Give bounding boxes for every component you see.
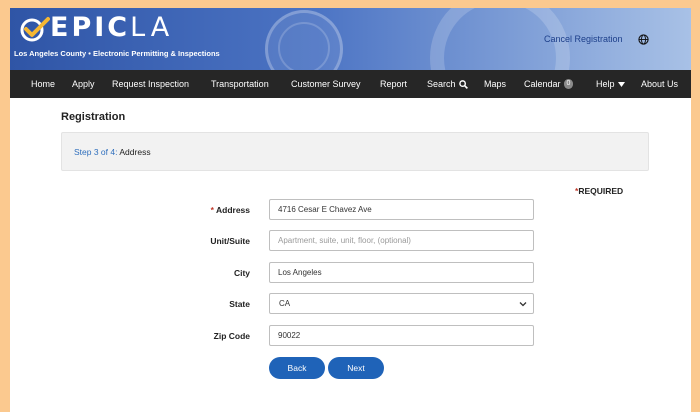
required-note: *REQUIRED [575, 186, 623, 196]
nav-label: Help [596, 79, 615, 89]
step-number: Step 3 of 4: [74, 147, 118, 157]
state-select[interactable]: CA [269, 293, 534, 314]
caret-down-icon [617, 81, 625, 87]
address-input[interactable] [269, 199, 534, 220]
nav-calendar[interactable]: Calendar 0 [524, 79, 574, 89]
chevron-down-icon [519, 302, 527, 307]
nav-label: About Us [641, 79, 679, 89]
nav-label: Apply [72, 79, 95, 89]
county-seal-inner [278, 22, 330, 70]
nav-home[interactable]: Home [31, 79, 55, 89]
globe-icon[interactable] [638, 34, 649, 45]
nav-label: Request Inspection [112, 79, 190, 89]
address-label-text: Address [215, 205, 250, 215]
address-required-star: * [210, 205, 214, 215]
app-window: EPICLA Los Angeles County • Electronic P… [10, 8, 691, 412]
city-label: City [233, 268, 250, 278]
logo-la: LA [130, 12, 175, 43]
state-select-value: CA [279, 299, 291, 308]
unit-suite-label: Unit/Suite [210, 236, 250, 246]
nav-label: Home [31, 79, 56, 89]
nav-report[interactable]: Report [380, 79, 407, 89]
nav-help[interactable]: Help [596, 79, 625, 89]
nav-transportation[interactable]: Transportation [211, 79, 269, 89]
main-nav: Home Apply Request Inspection Transporta… [10, 70, 691, 98]
logo[interactable]: EPICLA [50, 13, 174, 43]
city-input[interactable] [269, 262, 534, 283]
logo-epic: EPIC [50, 12, 131, 43]
back-button[interactable]: Back [269, 357, 325, 379]
nav-search[interactable]: Search [427, 79, 468, 89]
nav-label: Customer Survey [291, 79, 361, 89]
nav-about-us[interactable]: About Us [641, 79, 678, 89]
unit-suite-input[interactable] [269, 230, 534, 251]
calendar-count-badge: 0 [563, 79, 574, 89]
nav-label: Maps [484, 79, 507, 89]
cancel-registration-link[interactable]: Cancel Registration [544, 34, 623, 44]
nav-apply[interactable]: Apply [72, 79, 95, 89]
nav-maps[interactable]: Maps [484, 79, 506, 89]
state-label: State [229, 299, 250, 309]
required-label: REQUIRED [578, 186, 624, 196]
page-title: Registration [61, 111, 126, 123]
next-button[interactable]: Next [328, 357, 384, 379]
step-indicator: Step 3 of 4: Address [61, 132, 649, 171]
logo-check-icon [20, 17, 50, 42]
nav-label: Report [380, 79, 408, 89]
address-label: * Address [130, 205, 250, 215]
nav-customer-survey[interactable]: Customer Survey [291, 79, 361, 89]
logo-subtitle: Los Angeles County • Electronic Permitti… [14, 49, 220, 58]
step-name: Address [119, 147, 151, 157]
header-banner: EPICLA Los Angeles County • Electronic P… [10, 8, 691, 70]
zip-code-input[interactable] [269, 325, 534, 346]
nav-label: Calendar [524, 79, 561, 89]
zip-code-label: Zip Code [213, 331, 250, 341]
search-icon [458, 79, 468, 89]
nav-label: Transportation [211, 79, 269, 89]
nav-request-inspection[interactable]: Request Inspection [112, 79, 189, 89]
nav-label: Search [427, 79, 456, 89]
